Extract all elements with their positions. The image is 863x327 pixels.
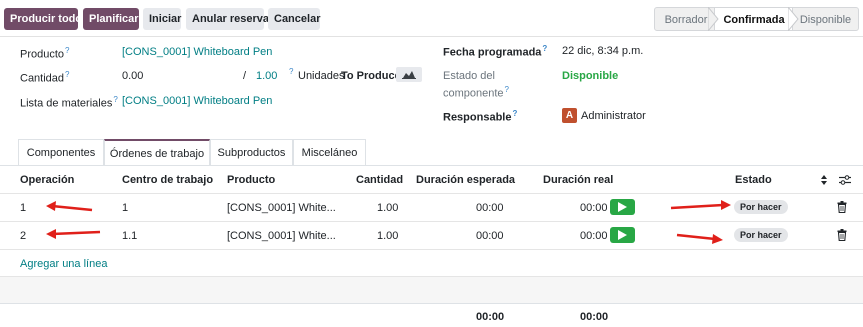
row-operation: 1 bbox=[20, 202, 27, 214]
add-line-link[interactable]: Agregar una línea bbox=[20, 258, 107, 270]
optional-columns-icon[interactable] bbox=[838, 174, 852, 186]
annotation-arrow-icon bbox=[670, 200, 731, 210]
empty-row bbox=[0, 276, 863, 303]
column-header-quantity[interactable]: Cantidad bbox=[356, 174, 403, 186]
sort-icon[interactable] bbox=[820, 174, 828, 186]
units-label: Unidades bbox=[298, 70, 345, 82]
quantity-total-field[interactable]: 1.00 bbox=[256, 70, 277, 82]
row-divider bbox=[0, 249, 863, 250]
row-divider bbox=[0, 221, 863, 222]
column-header-product[interactable]: Producto bbox=[227, 174, 275, 186]
avatar: A bbox=[562, 108, 577, 123]
tab-by-products[interactable]: Subproductos bbox=[210, 139, 293, 165]
help-icon: ? bbox=[289, 67, 294, 76]
product-field[interactable]: [CONS_0001] Whiteboard Pen bbox=[122, 46, 272, 58]
row-work-center: 1.1 bbox=[122, 230, 138, 242]
component-status-label-line2: componente? bbox=[443, 85, 509, 100]
bom-label: Lista de materiales? bbox=[20, 95, 118, 110]
column-header-expected-duration[interactable]: Duración esperada bbox=[416, 174, 515, 186]
column-header-status[interactable]: Estado bbox=[735, 174, 772, 186]
total-expected-duration: 00:00 bbox=[476, 311, 505, 323]
quantity-label: Cantidad? bbox=[20, 70, 70, 85]
column-header-operation[interactable]: Operación bbox=[20, 174, 74, 186]
row-work-center: 1 bbox=[122, 202, 129, 214]
row-operation: 2 bbox=[20, 230, 27, 242]
plan-button[interactable]: Planificar bbox=[83, 8, 139, 30]
start-button[interactable]: Iniciar bbox=[143, 8, 181, 30]
row-expected-duration: 00:00 bbox=[476, 202, 504, 214]
stage-separator-icon bbox=[788, 7, 799, 31]
row-expected-duration: 00:00 bbox=[476, 230, 504, 242]
row-product: [CONS_0001] White... bbox=[227, 230, 336, 242]
status-badge: Por hacer bbox=[734, 200, 788, 214]
status-bar: Borrador Confirmada Disponible bbox=[654, 7, 859, 31]
trash-icon[interactable] bbox=[837, 201, 847, 213]
tab-work-orders[interactable]: Órdenes de trabajo bbox=[104, 139, 210, 165]
area-chart-icon bbox=[402, 71, 416, 79]
start-workorder-button[interactable] bbox=[610, 227, 635, 243]
total-real-duration: 00:00 bbox=[580, 311, 609, 323]
annotation-arrow-icon bbox=[46, 201, 93, 212]
responsible-field[interactable]: Administrator bbox=[581, 110, 646, 122]
annotation-arrow-icon bbox=[676, 233, 723, 244]
cancel-button[interactable]: Cancelar bbox=[268, 8, 320, 30]
row-quantity: 1.00 bbox=[377, 230, 399, 242]
product-label: Producto? bbox=[20, 46, 70, 61]
row-real-duration: 00:00 bbox=[580, 202, 608, 214]
bom-field[interactable]: [CONS_0001] Whiteboard Pen bbox=[122, 95, 272, 107]
trash-icon[interactable] bbox=[837, 229, 847, 241]
component-status-value: Disponible bbox=[562, 70, 619, 82]
to-produce-label: To Produce bbox=[341, 70, 401, 82]
status-badge: Por hacer bbox=[734, 228, 788, 242]
tab-components[interactable]: Componentes bbox=[18, 139, 104, 165]
forecast-report-button[interactable] bbox=[396, 67, 422, 82]
component-status-label: Estado del bbox=[443, 70, 495, 82]
quantity-separator: / bbox=[243, 70, 247, 82]
header-divider bbox=[0, 193, 863, 194]
tab-divider bbox=[0, 165, 863, 166]
table-footer bbox=[0, 303, 863, 327]
responsible-label: Responsable? bbox=[443, 109, 518, 124]
tab-misc[interactable]: Misceláneo bbox=[293, 139, 366, 165]
start-workorder-button[interactable] bbox=[610, 199, 635, 215]
unreserve-button[interactable]: Anular reserva bbox=[186, 8, 269, 30]
control-panel: Producir todo Planificar Iniciar Anular … bbox=[0, 0, 863, 37]
stage-separator-icon bbox=[708, 7, 719, 31]
row-product: [CONS_0001] White... bbox=[227, 202, 336, 214]
stage-available[interactable]: Disponible bbox=[792, 7, 859, 31]
column-header-work-center[interactable]: Centro de trabajo bbox=[122, 174, 213, 186]
quantity-produced-field[interactable]: 0.00 bbox=[122, 70, 143, 82]
row-quantity: 1.00 bbox=[377, 202, 399, 214]
scheduled-date-label: Fecha programada? bbox=[443, 44, 548, 59]
column-header-real-duration[interactable]: Duración real bbox=[543, 174, 613, 186]
play-icon bbox=[618, 202, 627, 212]
play-icon bbox=[618, 230, 627, 240]
produce-all-button[interactable]: Producir todo bbox=[4, 8, 82, 30]
row-real-duration: 00:00 bbox=[580, 230, 608, 242]
scheduled-date-field[interactable]: 22 dic, 8:34 p.m. bbox=[562, 45, 643, 57]
stage-confirmed[interactable]: Confirmada bbox=[714, 7, 794, 31]
annotation-arrow-icon bbox=[46, 229, 101, 239]
